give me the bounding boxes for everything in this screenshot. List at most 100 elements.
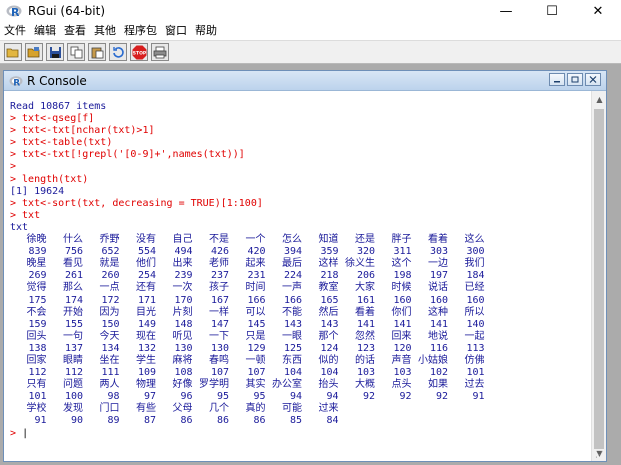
open-script-button[interactable] — [4, 43, 22, 61]
count-cell: 239 — [174, 270, 193, 282]
scrollbar-thumb[interactable] — [594, 109, 604, 449]
console-lines: Read 10867 items > txt<-qseg[f] > txt<-txt… — [10, 101, 592, 234]
word-cell: 这种 — [428, 306, 448, 318]
word-cell: 好像 — [172, 379, 193, 391]
restore-icon — [571, 76, 579, 83]
count-cell: 147 — [210, 318, 229, 330]
count-cell: 90 — [70, 415, 83, 427]
word-cell: 学校 — [26, 403, 47, 415]
stop-button[interactable]: STOP — [130, 43, 148, 61]
word-cell: 大家 — [355, 282, 375, 294]
word-cell: 晚星 — [26, 258, 47, 270]
count-cell: 756 — [64, 246, 83, 258]
menu-packages[interactable]: 程序包 — [120, 22, 161, 40]
copy-paste-button[interactable] — [109, 43, 127, 61]
word-cell: 一声 — [282, 282, 302, 294]
word-cell: 自己 — [172, 234, 193, 246]
word-cell: 地说 — [428, 330, 448, 342]
table-word-row: 回家 眼睛 坐在 学生 麻将 春鸣 一顿 东西 似的 的话 声音 小姑娘 仿佛 — [10, 355, 592, 367]
console-minimize-button[interactable] — [549, 73, 565, 86]
word-cell: 开始 — [63, 306, 83, 318]
command-line: > txt<-sort(txt, decreasing = TRUE)[1:10… — [10, 197, 263, 209]
menu-windows[interactable]: 窗口 — [161, 22, 191, 40]
menu-edit[interactable]: 编辑 — [30, 22, 60, 40]
word-cell: 看着 — [428, 234, 448, 246]
word-cell: 就是 — [99, 258, 120, 270]
word-cell: 父母 — [172, 403, 193, 415]
menu-view[interactable]: 查看 — [60, 22, 90, 40]
word-cell: 今天 — [99, 330, 120, 342]
count-cell: 89 — [107, 415, 120, 427]
paste-button[interactable] — [88, 43, 106, 61]
console-output[interactable]: Read 10867 items > txt<-qseg[f] > txt<-txt… — [4, 91, 592, 461]
minimize-button[interactable]: — — [483, 0, 529, 22]
console-close-button[interactable] — [585, 73, 601, 86]
count-cell: 116 — [429, 342, 448, 354]
count-cell: 130 — [210, 342, 229, 354]
close-button[interactable]: ✕ — [575, 0, 621, 22]
count-cell: 167 — [210, 294, 229, 306]
count-cell: 130 — [174, 342, 193, 354]
console-maximize-button[interactable] — [567, 73, 583, 86]
word-cell: 一下 — [209, 330, 229, 342]
menu-misc[interactable]: 其他 — [90, 22, 120, 40]
copy-button[interactable] — [67, 43, 85, 61]
count-cell: 145 — [247, 318, 266, 330]
count-cell: 155 — [64, 318, 83, 330]
table-count-row: 112 112 111 109 108 107 107 104 104 103 103 102 101 — [10, 367, 592, 379]
count-cell: 170 — [174, 294, 193, 306]
count-cell: 311 — [393, 246, 412, 258]
word-cell: 已经 — [464, 282, 485, 294]
word-cell: 不是 — [209, 234, 229, 246]
table-count-row: 159 155 150 149 148 147 145 143 143 141 141 141 140 — [10, 319, 592, 331]
word-cell: 乔野 — [99, 234, 120, 246]
word-cell: 一句 — [63, 330, 83, 342]
table-word-row: 学校 发现 门口 有些 父母 几个 真的 可能 过来 — [10, 403, 592, 415]
count-cell: 91 — [472, 391, 485, 403]
word-cell: 麻将 — [172, 354, 193, 366]
word-cell: 有些 — [136, 403, 156, 415]
count-cell: 111 — [101, 367, 120, 379]
menu-help[interactable]: 帮助 — [191, 22, 221, 40]
count-cell: 303 — [429, 246, 448, 258]
command-line: > txt<-qseg[f] — [10, 113, 95, 125]
word-cell: 点头 — [391, 379, 412, 391]
count-cell: 494 — [174, 246, 193, 258]
load-workspace-button[interactable] — [25, 43, 43, 61]
word-cell: 那么 — [63, 282, 83, 294]
table-word-row: 回头 一句 今天 现在 听见 一下 只是 一眼 那个 忽然 回来 地说 一起 — [10, 331, 592, 343]
count-cell: 91 — [34, 415, 47, 427]
load-workspace-icon — [27, 47, 40, 58]
count-cell: 148 — [174, 318, 193, 330]
word-cell: 老师 — [209, 258, 229, 270]
table-word-row: 只有 问题 两人 物理 好像 罗学明 其实 办公室 抬头 大概 点头 如果 过去 — [10, 379, 592, 391]
menu-file[interactable]: 文件 — [0, 22, 30, 40]
word-cell: 看着 — [355, 306, 375, 318]
table-count-row: 269 261 260 254 239 237 231 224 218 206 198 197 184 — [10, 270, 592, 282]
count-cell: 84 — [326, 415, 339, 427]
count-cell: 420 — [247, 246, 266, 258]
save-workspace-button[interactable] — [46, 43, 64, 61]
count-cell: 839 — [28, 246, 47, 258]
count-cell: 320 — [356, 246, 375, 258]
input-prompt-line[interactable]: > | — [10, 428, 592, 440]
count-cell: 161 — [356, 294, 375, 306]
close-icon — [589, 76, 597, 83]
count-cell: 92 — [435, 391, 448, 403]
word-cell: 过来 — [318, 403, 339, 415]
scroll-up-icon[interactable]: ▲ — [592, 91, 607, 107]
count-cell: 197 — [429, 270, 448, 282]
count-cell: 109 — [137, 367, 156, 379]
word-cell: 门口 — [99, 403, 120, 415]
maximize-button[interactable]: ☐ — [529, 0, 575, 22]
print-button[interactable] — [151, 43, 169, 61]
vertical-scrollbar[interactable]: ▲ ▼ — [591, 91, 606, 461]
copy-paste-icon — [112, 46, 124, 58]
count-cell: 261 — [64, 270, 83, 282]
word-cell: 只是 — [245, 330, 266, 342]
resize-grip-icon[interactable]: ⋰ — [595, 450, 605, 460]
word-cell: 春鸣 — [209, 354, 229, 366]
r-app-icon: R — [6, 3, 22, 19]
word-cell: 你们 — [391, 306, 412, 318]
menu-bar: 文件 编辑 查看 其他 程序包 窗口 帮助 — [0, 22, 621, 40]
